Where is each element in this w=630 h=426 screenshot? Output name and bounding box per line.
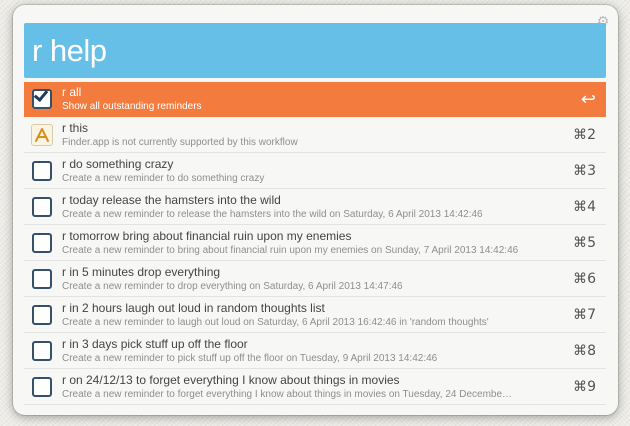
result-title: r today release the hamsters into the wi… [62,192,281,207]
checkbox-icon [30,303,54,327]
result-title: r all [62,85,82,99]
checkbox-checked-icon [30,86,54,111]
results-list: r all Show all outstanding reminders ↩ r… [24,82,606,405]
checkbox-icon [30,231,54,255]
result-title: r this [62,120,89,135]
checkbox-icon [30,159,54,183]
result-row-7[interactable]: r in 2 hours laugh out loud in random th… [24,297,606,333]
result-row-5[interactable]: r tomorrow bring about financial ruin up… [24,225,606,261]
shortcut-label: ⌘9 [573,378,596,395]
result-subtitle: Create a new reminder to bring about fin… [62,244,519,256]
checkbox-icon [30,375,54,399]
result-subtitle: Finder.app is not currently supported by… [62,136,298,148]
result-title: r in 2 hours laugh out loud in random th… [62,300,325,315]
result-row-6[interactable]: r in 5 minutes drop everything Create a … [24,261,606,297]
shortcut-label: ⌘4 [573,198,596,215]
result-subtitle: Create a new reminder to forget everythi… [62,388,513,400]
return-key-icon: ↩ [580,88,596,110]
result-subtitle: Create a new reminder to laugh out loud … [62,316,489,328]
result-row-9[interactable]: r on 24/12/13 to forget everything I kno… [24,369,606,405]
result-title: r on 24/12/13 to forget everything I kno… [62,372,400,387]
alfred-window: ⚙ r help r all Show all outstanding remi… [13,5,618,415]
search-query-text: r help [32,32,107,68]
result-title: r do something crazy [62,156,174,171]
result-subtitle: Show all outstanding reminders [62,101,202,112]
search-query-field[interactable]: r help [24,23,606,78]
result-subtitle: Create a new reminder to do something cr… [62,172,265,184]
result-subtitle: Create a new reminder to pick stuff up o… [62,352,438,364]
shortcut-label: ⌘7 [573,306,596,323]
app-icon [30,123,54,147]
result-row-1[interactable]: r all Show all outstanding reminders ↩ [24,82,606,117]
checkbox-icon [30,267,54,291]
result-subtitle: Create a new reminder to drop everything… [62,280,403,292]
shortcut-label: ⌘2 [573,126,596,143]
result-subtitle: Create a new reminder to release the ham… [62,208,483,220]
result-row-3[interactable]: r do something crazy Create a new remind… [24,153,606,189]
shortcut-label: ⌘5 [573,234,596,251]
checkbox-icon [30,195,54,219]
shortcut-label: ⌘6 [573,270,596,287]
result-row-8[interactable]: r in 3 days pick stuff up off the floor … [24,333,606,369]
result-title: r in 5 minutes drop everything [62,264,221,279]
result-row-4[interactable]: r today release the hamsters into the wi… [24,189,606,225]
checkbox-icon [30,339,54,363]
shortcut-label: ⌘3 [573,162,596,179]
shortcut-label: ⌘8 [573,342,596,359]
result-title: r in 3 days pick stuff up off the floor [62,336,248,351]
result-title: r tomorrow bring about financial ruin up… [62,228,352,243]
result-row-2[interactable]: r this Finder.app is not currently suppo… [24,117,606,153]
